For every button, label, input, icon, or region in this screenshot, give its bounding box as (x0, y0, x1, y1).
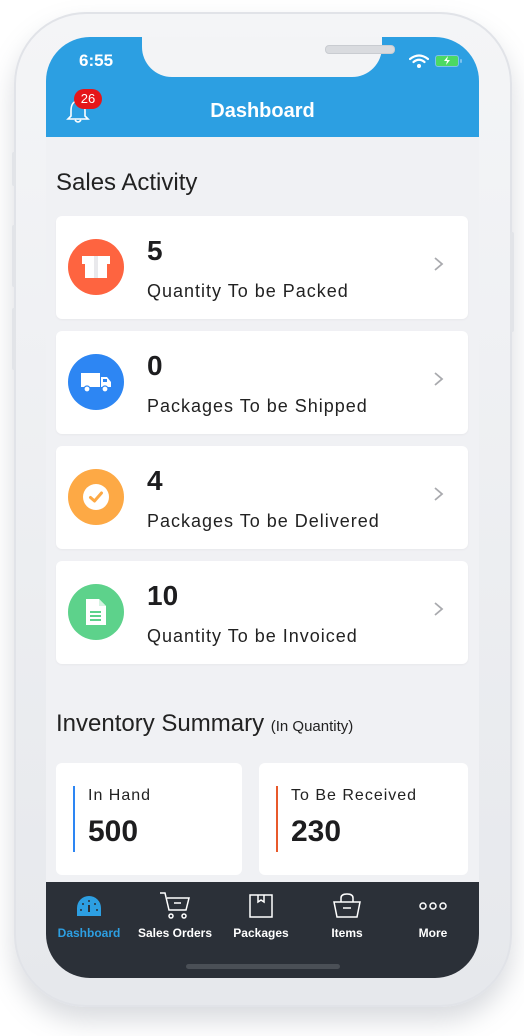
truck-icon (68, 354, 124, 410)
tab-items[interactable]: Items (304, 890, 390, 940)
tab-more[interactable]: More (390, 890, 476, 940)
status-time: 6:55 (79, 51, 114, 70)
inventory-card-in-hand[interactable]: In Hand 500 (56, 763, 242, 875)
chevron-right-icon (434, 487, 444, 501)
inventory-summary-heading: Inventory Summary (56, 710, 265, 737)
check-circle-icon (68, 469, 124, 525)
tab-label: Sales Orders (137, 926, 213, 940)
box-icon (249, 894, 273, 918)
inventory-label: To Be Received (291, 787, 418, 804)
basket-icon (333, 893, 361, 918)
accent-bar (276, 786, 278, 852)
tab-bar: Dashboard Sales Orders Packages Items Mo… (46, 882, 479, 978)
app-screen: 6:55 26 Dashboard Sales Activity 5 Quant… (46, 37, 479, 978)
volume-down-button (12, 308, 16, 370)
cart-icon (160, 892, 190, 919)
battery-icon (435, 55, 462, 67)
inventory-card-to-be-received[interactable]: To Be Received 230 (259, 763, 468, 875)
tab-label: Dashboard (57, 926, 121, 940)
notch (142, 37, 395, 77)
tab-label: Items (331, 926, 363, 940)
tab-sales-orders[interactable]: Sales Orders (132, 890, 218, 940)
page-title: Dashboard (210, 100, 315, 122)
tab-packages[interactable]: Packages (218, 890, 304, 940)
sales-card-to-be-delivered[interactable]: 4 Packages To be Delivered (56, 446, 468, 549)
wifi-icon (409, 54, 429, 68)
metric-label: Quantity To be Packed (147, 281, 349, 301)
mute-switch (12, 152, 16, 186)
metric-label: Packages To be Shipped (147, 396, 368, 416)
inventory-label: In Hand (88, 787, 152, 804)
tab-label: Packages (233, 926, 289, 940)
metric-label: Quantity To be Invoiced (147, 626, 358, 646)
tab-dashboard[interactable]: Dashboard (46, 890, 132, 940)
metric-value: 4 (147, 465, 163, 496)
inventory-summary-subtitle: (In Quantity) (270, 718, 354, 735)
metric-label: Packages To be Delivered (147, 511, 380, 531)
sales-card-to-be-shipped[interactable]: 0 Packages To be Shipped (56, 331, 468, 434)
package-icon (68, 239, 124, 295)
status-icons (409, 54, 462, 68)
sales-activity-title: Sales Activity (56, 169, 198, 196)
accent-bar (73, 786, 75, 852)
sales-card-to-be-packed[interactable]: 5 Quantity To be Packed (56, 216, 468, 319)
chevron-right-icon (434, 602, 444, 616)
chevron-right-icon (434, 372, 444, 386)
metric-value: 10 (147, 580, 179, 611)
metric-value: 5 (147, 235, 163, 266)
invoice-icon (68, 584, 124, 640)
inventory-value: 500 (88, 815, 139, 848)
inventory-value: 230 (291, 815, 342, 848)
metric-value: 0 (147, 350, 163, 381)
tab-label: More (418, 926, 448, 940)
dashboard-gauge-icon (77, 896, 101, 916)
speaker (325, 45, 395, 54)
inventory-summary-title: Inventory Summary (In Quantity) (56, 710, 353, 738)
volume-up-button (12, 225, 16, 287)
home-indicator[interactable] (186, 964, 340, 969)
more-dots-icon (419, 902, 447, 910)
power-button (510, 232, 514, 332)
sales-card-to-be-invoiced[interactable]: 10 Quantity To be Invoiced (56, 561, 468, 664)
chevron-right-icon (434, 257, 444, 271)
app-header: 6:55 26 Dashboard (46, 37, 479, 137)
